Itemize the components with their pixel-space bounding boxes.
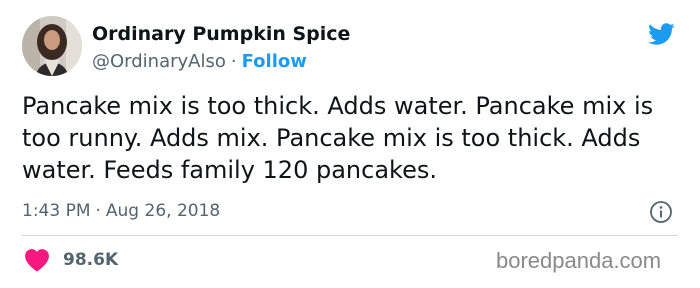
timestamp-separator: · [95, 201, 101, 221]
tweet-card: Ordinary Pumpkin Spice @OrdinaryAlso · Fol… [0, 0, 700, 288]
handle-separator: · [230, 51, 237, 72]
tweet-timestamp[interactable]: 1:43 PM · Aug 26, 2018 [22, 199, 220, 223]
author-handle[interactable]: @OrdinaryAlso [92, 51, 226, 72]
heart-icon [25, 249, 49, 272]
like-button[interactable]: 98.6K [24, 247, 118, 273]
tweet-date: Aug 26, 2018 [105, 201, 221, 221]
avatar-image [22, 16, 82, 76]
tweet-time: 1:43 PM [22, 201, 91, 221]
avatar[interactable] [22, 16, 82, 76]
follow-link[interactable]: Follow [242, 51, 307, 72]
watermark: boredpanda.com [496, 248, 662, 273]
info-icon[interactable] [649, 200, 673, 224]
author-display-name[interactable]: Ordinary Pumpkin Spice [92, 22, 350, 46]
divider [22, 235, 678, 236]
like-count: 98.6K [63, 250, 119, 270]
tweet-text: Pancake mix is too thick. Adds water. Pa… [22, 92, 654, 184]
twitter-bird-icon[interactable] [645, 20, 677, 48]
author-handle-row: @OrdinaryAlso · Follow [92, 50, 307, 74]
